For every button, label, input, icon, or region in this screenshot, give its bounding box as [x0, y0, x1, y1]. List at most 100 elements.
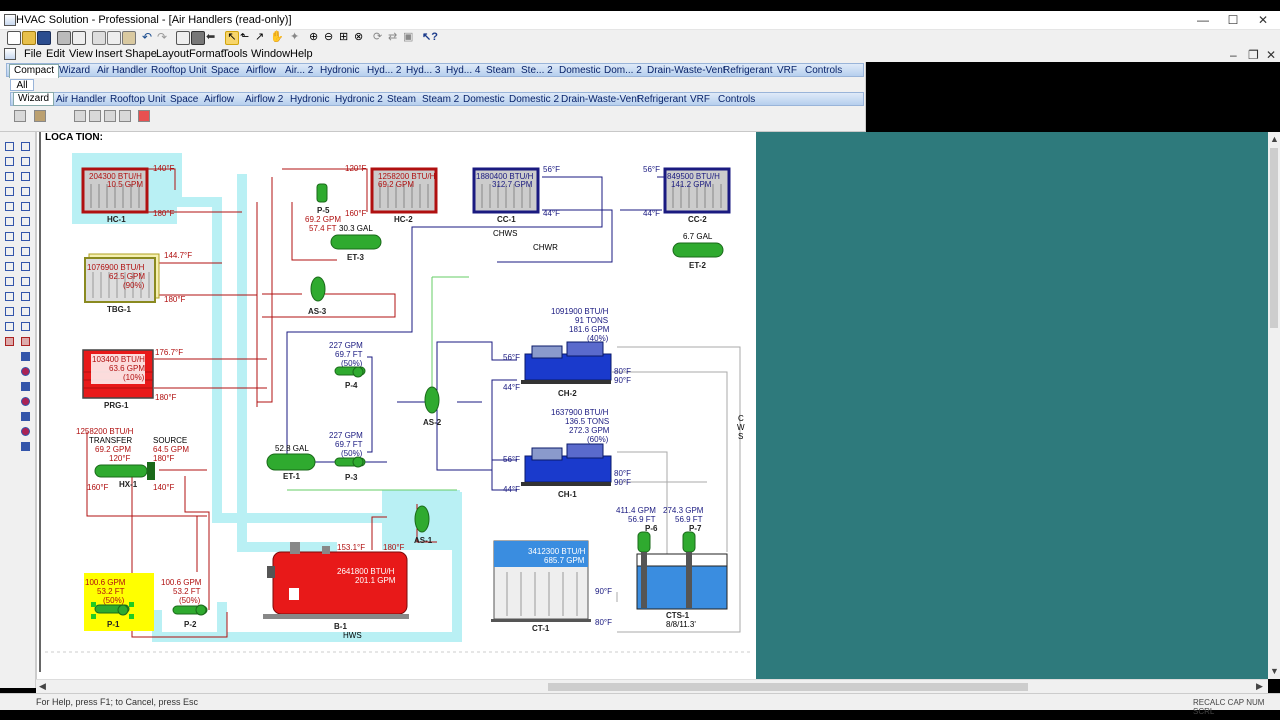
- palette-tab-compact[interactable]: Compact: [9, 64, 60, 78]
- mdi-close-button[interactable]: ✕: [1266, 48, 1276, 62]
- mdi-restore-button[interactable]: ❐: [1248, 48, 1259, 62]
- menu-view[interactable]: View: [69, 48, 93, 60]
- tool-30-icon[interactable]: [21, 367, 30, 376]
- pointer-tool-icon[interactable]: ↖: [225, 31, 239, 45]
- tool-2-icon[interactable]: [21, 142, 30, 151]
- fan-stencil-icon[interactable]: [104, 110, 116, 122]
- zoom-out-icon[interactable]: ⊖: [324, 31, 338, 45]
- hx1-exchanger[interactable]: 1258200 BTU/H TRANSFER 69.2 GPM 120°F 16…: [76, 427, 189, 492]
- menu-format[interactable]: Format: [189, 48, 224, 60]
- minimize-button[interactable]: —: [1188, 12, 1218, 28]
- tool-26-icon[interactable]: [21, 322, 30, 331]
- stencil-tab-airflow[interactable]: Airflow: [204, 94, 234, 105]
- tool-4-icon[interactable]: [21, 157, 30, 166]
- palette-tab-ste-2[interactable]: Ste... 2: [521, 65, 553, 76]
- tool-20-icon[interactable]: [21, 277, 30, 286]
- et1-tank[interactable]: 52.8 GAL ET-1: [266, 444, 316, 481]
- tool-33-icon[interactable]: [21, 412, 30, 421]
- help-pointer-icon[interactable]: ↖?: [422, 31, 438, 45]
- stencil-tab-steam-2[interactable]: Steam 2: [422, 94, 459, 105]
- flip-icon[interactable]: ⇄: [388, 31, 402, 45]
- tool-14-icon[interactable]: [21, 232, 30, 241]
- document-icon[interactable]: [4, 48, 16, 60]
- tool-21-icon[interactable]: [5, 292, 14, 301]
- ct1-cooling-tower[interactable]: 3412300 BTU/H 685.7 GPM CT-1 90°F 80°F: [491, 540, 612, 633]
- scroll-up-icon[interactable]: ▲: [1270, 134, 1279, 144]
- tool-27-icon[interactable]: [5, 337, 14, 346]
- menu-edit[interactable]: Edit: [46, 48, 65, 60]
- cut-icon[interactable]: [92, 31, 106, 45]
- palette-tab-space[interactable]: Space: [211, 65, 239, 76]
- tool-11-icon[interactable]: [5, 217, 14, 226]
- stencil-tab-domestic-2[interactable]: Domestic 2: [509, 94, 559, 105]
- duct-stencil-icon[interactable]: [34, 110, 46, 122]
- stencil-tab-hydronic-2[interactable]: Hydronic 2: [335, 94, 383, 105]
- tool-1-icon[interactable]: [5, 142, 14, 151]
- stencil-tab-hydronic[interactable]: Hydronic: [290, 94, 329, 105]
- tool-16-icon[interactable]: [21, 247, 30, 256]
- paste-icon[interactable]: [122, 31, 136, 45]
- menu-tools[interactable]: Tools: [222, 48, 248, 60]
- save-icon[interactable]: [37, 31, 51, 45]
- tool-18-icon[interactable]: [21, 262, 30, 271]
- hvac-schematic[interactable]: LOCA TION: CHWS CHWR 204300 BTU/H 10.5 G…: [37, 132, 756, 679]
- undo-icon[interactable]: ↶: [142, 31, 156, 45]
- tool-22-icon[interactable]: [21, 292, 30, 301]
- tool-13-icon[interactable]: [5, 232, 14, 241]
- stencil-tab-controls[interactable]: Controls: [718, 94, 755, 105]
- selection-handle[interactable]: [129, 614, 134, 619]
- scroll-right-icon[interactable]: ▶: [1256, 681, 1263, 692]
- palette-tab-air-handler[interactable]: Air Handler: [97, 65, 147, 76]
- p3-pump[interactable]: 227 GPM 69.7 FT (50%) P-3: [329, 431, 366, 482]
- stencil-tab-wizard[interactable]: Wizard: [13, 92, 55, 106]
- redo-icon[interactable]: ↷: [157, 31, 171, 45]
- ch1-chiller[interactable]: 1637900 BTU/H 136.5 TONS 272.3 GPM (60%)…: [503, 408, 631, 499]
- group-icon[interactable]: ▣: [403, 31, 417, 45]
- tool-6-icon[interactable]: [21, 172, 30, 181]
- new-file-icon[interactable]: [7, 31, 21, 45]
- scroll-left-icon[interactable]: ◀: [39, 681, 46, 692]
- palette-tab-domestic[interactable]: Domestic: [559, 65, 601, 76]
- stencil-tab-vrf[interactable]: VRF: [690, 94, 710, 105]
- as3-separator[interactable]: AS-3: [308, 276, 327, 316]
- palette-tab-dom-2[interactable]: Dom... 2: [604, 65, 642, 76]
- tbg1-radiator[interactable]: 1076900 BTU/H 62.5 GPM (90%) TBG-1 144.7…: [84, 251, 192, 314]
- pan-hand-icon[interactable]: ✋: [270, 31, 284, 45]
- tool-3-icon[interactable]: [5, 157, 14, 166]
- stencil-tab-domestic[interactable]: Domestic: [463, 94, 505, 105]
- calculator-icon[interactable]: [191, 31, 205, 45]
- stamp-icon[interactable]: ✦: [290, 31, 304, 45]
- tool-23-icon[interactable]: [5, 307, 14, 316]
- selection-handle[interactable]: [129, 602, 134, 607]
- menu-shape[interactable]: Shape: [125, 48, 157, 60]
- tool-19-icon[interactable]: [5, 277, 14, 286]
- p1-pump[interactable]: 100.6 GPM 53.2 FT (50%) P-1: [84, 573, 154, 631]
- menu-window[interactable]: Window: [251, 48, 290, 60]
- horizontal-scroll-thumb[interactable]: [548, 683, 1028, 691]
- coil-stencil-icon[interactable]: [74, 110, 86, 122]
- print-preview-icon[interactable]: [72, 31, 86, 45]
- cc2-coil[interactable]: 849500 BTU/H 141.2 GPM CC-2 56°F 44°F: [643, 165, 731, 224]
- palette-tab-hyd-2[interactable]: Hyd... 2: [367, 65, 401, 76]
- app-icon[interactable]: [4, 14, 16, 26]
- tool-7-icon[interactable]: [5, 187, 14, 196]
- cts1-sump[interactable]: CTS-1 8/8/11.3': [636, 553, 728, 629]
- zoom-page-icon[interactable]: ⊗: [354, 31, 368, 45]
- heater-stencil-icon[interactable]: [138, 110, 150, 122]
- p5-pump[interactable]: P-5 69.2 GPM 57.4 FT: [305, 183, 341, 233]
- ch2-chiller[interactable]: 1091900 BTU/H 91 TONS 181.6 GPM (40%) CH…: [503, 307, 631, 398]
- palette-tab-air-2[interactable]: Air... 2: [285, 65, 313, 76]
- filter-stencil-icon[interactable]: [89, 110, 101, 122]
- tool-10-icon[interactable]: [21, 202, 30, 211]
- mdi-minimize-button[interactable]: –: [1230, 48, 1237, 62]
- p4-pump[interactable]: 227 GPM 69.7 FT (50%) P-4: [329, 341, 366, 390]
- b1-boiler[interactable]: 153.1°F 180°F 2641800 BTU/H 201.1 GPM B-…: [263, 542, 409, 631]
- et3-tank[interactable]: 30.3 GAL ET-3: [330, 224, 382, 262]
- tool-29-icon[interactable]: [21, 352, 30, 361]
- tool-5-icon[interactable]: [5, 172, 14, 181]
- stencil-tab-rooftop-unit[interactable]: Rooftop Unit: [110, 94, 166, 105]
- palette-tab-hydronic[interactable]: Hydronic: [320, 65, 359, 76]
- stencil-tab-airflow-2[interactable]: Airflow 2: [245, 94, 283, 105]
- page-setup-icon[interactable]: [176, 31, 190, 45]
- tool-25-icon[interactable]: [5, 322, 14, 331]
